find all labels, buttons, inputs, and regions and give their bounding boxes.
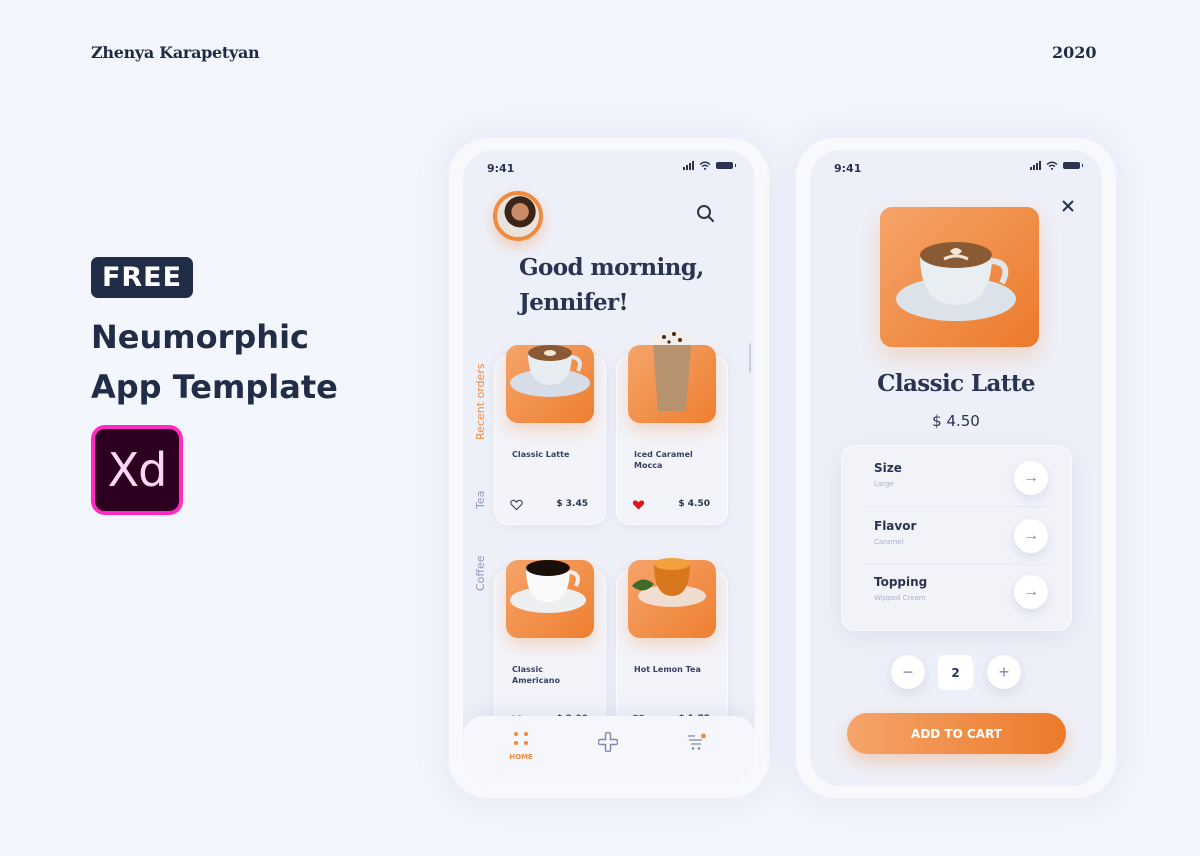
home-screen: 9:41 Good morning, Jennifer! Recent orde… [463,150,755,786]
close-icon[interactable] [1060,198,1076,214]
option-size[interactable]: Size Large → [841,449,1072,507]
year-label: 2020 [1052,43,1097,62]
status-time: 9:41 [834,162,862,175]
product-title: Classic Latte [877,370,1035,397]
latte-cup-image [510,345,590,397]
user-avatar[interactable] [493,191,543,241]
product-price: $ 4.50 [932,412,980,430]
product-hero-image [880,207,1039,347]
quantity-value[interactable]: 2 [938,655,973,690]
product-name: Hot Lemon Tea [634,665,701,674]
search-icon[interactable] [695,203,717,225]
iced-mocca-cup-image [652,331,692,411]
promo-title-line2: App Template [91,368,338,406]
heart-filled-icon[interactable] [632,499,645,511]
options-panel: Size Large → Flavor Caramel → Topping Wi… [841,445,1072,631]
category-tab-coffee[interactable]: Coffee [474,555,487,591]
arrow-right-icon[interactable]: → [1014,519,1048,553]
detail-phone-mockup: 9:41 Classic Latte $ 4.50 Size Large → F… [795,137,1117,799]
option-value: Large [874,480,894,488]
product-card[interactable]: Classic Americano $ 2.00 [494,560,606,740]
product-card[interactable]: Iced Caramel Mocca $ 4.50 [616,331,728,525]
signal-icon [1030,161,1041,170]
option-topping[interactable]: Topping Wipped Cream → [841,563,1072,621]
adobe-xd-logo: Xd [91,425,183,515]
nav-home[interactable]: HOME [506,732,536,761]
wifi-icon [1046,161,1058,170]
free-badge: FREE [91,257,193,298]
option-flavor[interactable]: Flavor Caramel → [841,507,1072,565]
promo-title-line1: Neumorphic [91,318,309,356]
quantity-increment-button[interactable]: + [987,655,1021,689]
battery-icon [1063,162,1083,169]
product-name: Iced Caramel Mocca [634,450,693,470]
option-label: Topping [874,575,928,589]
promo-title: Neumorphic App Template [91,312,338,412]
plus-icon[interactable] [598,732,618,752]
author-name: Zhenya Karapetyan [91,43,260,62]
quantity-decrement-button[interactable]: − [891,655,925,689]
category-tab-recent-orders[interactable]: Recent orders [474,363,487,440]
add-to-cart-button[interactable]: ADD TO CART [847,713,1066,754]
option-value: Wipped Cream [874,594,926,602]
status-icons [1030,161,1083,170]
product-price: $ 3.45 [556,499,588,509]
scrollbar[interactable] [749,343,751,373]
product-card[interactable]: Classic Latte $ 3.45 [494,345,606,525]
arrow-right-icon[interactable]: → [1014,575,1048,609]
xd-logo-text: Xd [107,443,168,497]
status-icons [683,161,736,170]
product-name: Classic Latte [512,450,570,459]
cart-icon[interactable] [687,733,707,751]
battery-icon [716,162,736,169]
product-name: Classic Americano [512,665,560,685]
nav-home-label: HOME [509,753,533,761]
detail-screen: 9:41 Classic Latte $ 4.50 Size Large → F… [810,150,1102,786]
latte-cup-image [896,242,1016,321]
product-card[interactable]: Hot Lemon Tea $ 1.75 [616,558,728,740]
wifi-icon [699,161,711,170]
americano-cup-image [510,560,586,613]
signal-icon [683,161,694,170]
greeting: Good morning, Jennifer! [519,250,704,320]
home-phone-mockup: 9:41 Good morning, Jennifer! Recent orde… [448,137,770,799]
product-price: $ 4.50 [678,499,710,509]
status-time: 9:41 [487,162,515,175]
home-grid-icon [506,732,536,745]
greeting-line2: Jennifer! [519,289,629,316]
option-label: Size [874,461,902,475]
lemon-tea-cup-image [632,558,706,607]
greeting-line1: Good morning, [519,254,704,281]
category-tab-tea[interactable]: Tea [474,491,487,509]
heart-outline-icon[interactable] [510,499,523,511]
option-label: Flavor [874,519,917,533]
arrow-right-icon[interactable]: → [1014,461,1048,495]
bottom-navigation: HOME [463,716,755,786]
option-value: Caramel [874,538,904,546]
